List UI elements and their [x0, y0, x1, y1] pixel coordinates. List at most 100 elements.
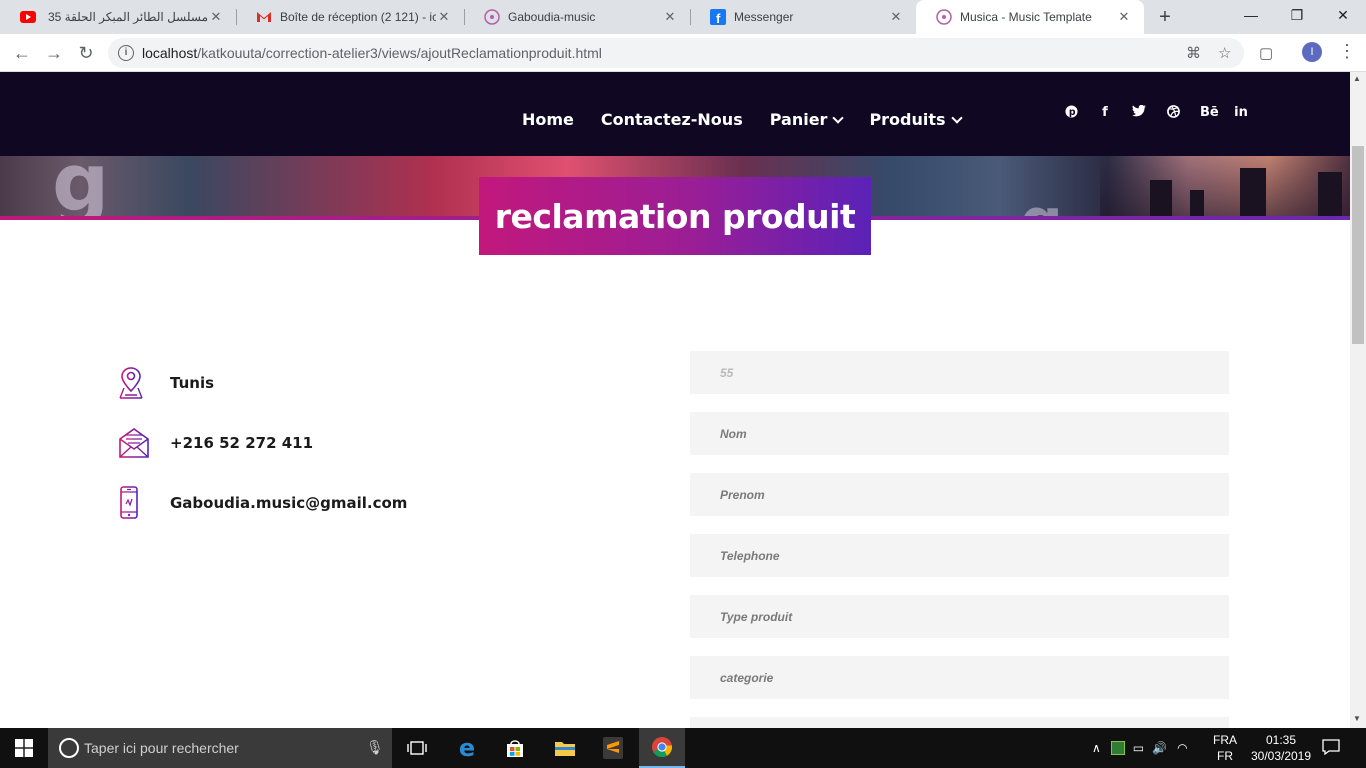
back-button[interactable]: ←: [10, 41, 34, 65]
close-tab-icon[interactable]: ✕: [436, 9, 452, 25]
clock-time: 01:35: [1265, 733, 1297, 747]
taskbar-app-edge[interactable]: e: [444, 728, 490, 768]
map-pin-icon: [119, 367, 143, 399]
contact-city: Tunis: [170, 374, 215, 392]
contact-email-address[interactable]: Gaboudia.music@gmail.com: [170, 494, 407, 512]
translate-icon[interactable]: ⌘: [1186, 44, 1201, 62]
page-scrollbar[interactable]: ▲ ▼: [1350, 72, 1366, 728]
site-info-icon[interactable]: i: [118, 45, 134, 61]
input-language-indicator[interactable]: FRA FR: [1210, 732, 1240, 764]
field-nom: [690, 412, 1229, 455]
linkedin-icon[interactable]: in: [1234, 105, 1248, 122]
action-center-icon[interactable]: [1322, 738, 1342, 758]
facebook-icon[interactable]: f: [1098, 105, 1112, 122]
telephone-input[interactable]: [690, 534, 1229, 577]
reload-button[interactable]: ↻: [74, 41, 98, 65]
smartphone-icon: [120, 486, 138, 519]
id-input[interactable]: [690, 351, 1229, 394]
twitter-icon[interactable]: [1131, 104, 1146, 122]
close-tab-icon[interactable]: ✕: [888, 9, 904, 25]
prenom-input[interactable]: [690, 473, 1229, 516]
tab-gaboudia-music[interactable]: Gaboudia-music ✕: [464, 0, 690, 34]
network-icon[interactable]: ◠: [1177, 741, 1187, 755]
windows-taskbar: Taper ici pour rechercher 🎙 e ∧ ▭ 🔊 ◠ FR…: [0, 728, 1366, 768]
main-nav: Home Contactez-Nous Panier Produits: [522, 110, 963, 129]
nav-item-produits[interactable]: Produits: [869, 110, 963, 129]
app-tray-icon[interactable]: [1110, 741, 1125, 755]
pinterest-icon[interactable]: p: [1064, 105, 1078, 122]
close-tab-icon[interactable]: ✕: [1116, 9, 1132, 25]
chevron-down-icon: [832, 111, 845, 124]
field-categorie: [690, 656, 1229, 699]
clock-date: 30/03/2019: [1250, 749, 1312, 763]
search-placeholder: Taper ici pour rechercher: [84, 740, 239, 756]
svg-text:f: f: [716, 11, 721, 25]
extension-icon[interactable]: ▢: [1259, 44, 1273, 62]
svg-text:p: p: [1068, 107, 1075, 118]
categorie-input[interactable]: [690, 656, 1229, 699]
behance-icon[interactable]: Bē: [1200, 105, 1219, 122]
page-title: reclamation produit: [494, 196, 856, 236]
restore-window-button[interactable]: ❐: [1274, 0, 1320, 30]
windows-start-button[interactable]: [0, 728, 48, 768]
taskbar-search-box[interactable]: Taper ici pour rechercher 🎙: [48, 728, 392, 768]
tab-youtube[interactable]: مسلسل الطائر المبكر الحلقة 35 ✕: [0, 0, 236, 34]
taskbar-clock[interactable]: 01:35 30/03/2019: [1248, 732, 1314, 764]
address-bar[interactable]: i localhost/katkouuta/correction-atelier…: [108, 38, 1244, 68]
new-tab-button[interactable]: +: [1152, 4, 1178, 30]
gmail-icon: [256, 9, 272, 25]
tab-musica-active[interactable]: Musica - Music Template ✕: [916, 0, 1144, 34]
contact-phone: +216 52 272 411: [118, 426, 313, 460]
browser-tab-strip: مسلسل الطائر المبكر الحلقة 35 ✕ Boîte de…: [0, 0, 1366, 34]
decorative-letter: g: [52, 156, 110, 220]
taskbar-app-chrome[interactable]: [639, 728, 685, 768]
contact-location: Tunis: [118, 366, 214, 400]
nav-item-contact[interactable]: Contactez-Nous: [601, 110, 743, 129]
sublime-text-icon: [603, 737, 623, 759]
scroll-down-arrow-icon[interactable]: ▼: [1353, 714, 1361, 723]
taskbar-app-store[interactable]: [492, 728, 538, 768]
close-window-button[interactable]: ✕: [1320, 0, 1366, 30]
microphone-icon[interactable]: 🎙: [366, 739, 384, 756]
edge-icon: e: [458, 734, 476, 762]
tab-gmail[interactable]: Boîte de réception (2 121) - ich ✕: [236, 0, 464, 34]
tab-title: مسلسل الطائر المبكر الحلقة 35: [47, 10, 208, 24]
type-produit-input[interactable]: [690, 595, 1229, 638]
minimize-window-button[interactable]: —: [1228, 0, 1274, 30]
envelope-icon: [119, 428, 149, 458]
task-view-icon: [407, 741, 427, 755]
bookmark-star-icon[interactable]: ☆: [1218, 44, 1231, 62]
scroll-up-arrow-icon[interactable]: ▲: [1353, 74, 1361, 83]
scrollbar-thumb[interactable]: [1352, 146, 1364, 344]
chrome-icon: [652, 737, 673, 758]
field-next-partial[interactable]: [690, 717, 1229, 728]
nav-item-home[interactable]: Home: [522, 110, 574, 129]
contact-phone-number: +216 52 272 411: [170, 434, 314, 452]
contact-email: Gaboudia.music@gmail.com: [118, 486, 407, 520]
browser-toolbar: ← → ↻ i localhost/katkouuta/correction-a…: [0, 34, 1366, 72]
dribbble-icon[interactable]: [1166, 105, 1180, 122]
battery-icon[interactable]: ▭: [1133, 741, 1144, 755]
chevron-up-icon[interactable]: ∧: [1092, 741, 1101, 755]
windows-logo-icon: [15, 739, 33, 757]
site-header: Home Contactez-Nous Panier Produits p f …: [0, 72, 1350, 156]
tab-messenger[interactable]: f Messenger ✕: [690, 0, 916, 34]
music-disc-icon: [484, 9, 500, 25]
tab-title: Messenger: [734, 10, 794, 24]
nom-input[interactable]: [690, 412, 1229, 455]
taskbar-app-file-explorer[interactable]: [542, 728, 588, 768]
system-tray: ∧ ▭ 🔊 ◠: [1092, 728, 1188, 768]
forward-button[interactable]: →: [42, 41, 66, 65]
chevron-down-icon: [950, 111, 963, 124]
nav-item-panier[interactable]: Panier: [770, 110, 845, 129]
taskbar-app-sublime-text[interactable]: [590, 728, 636, 768]
volume-icon[interactable]: 🔊: [1152, 741, 1167, 755]
browser-menu-icon[interactable]: ⋮: [1338, 42, 1356, 60]
tab-title: Gaboudia-music: [508, 10, 596, 24]
facebook-icon: f: [710, 9, 726, 25]
profile-avatar[interactable]: I: [1302, 42, 1322, 62]
url-text[interactable]: localhost/katkouuta/correction-atelier3/…: [142, 45, 602, 61]
task-view-button[interactable]: [394, 728, 440, 768]
close-tab-icon[interactable]: ✕: [208, 9, 224, 25]
close-tab-icon[interactable]: ✕: [662, 9, 678, 25]
